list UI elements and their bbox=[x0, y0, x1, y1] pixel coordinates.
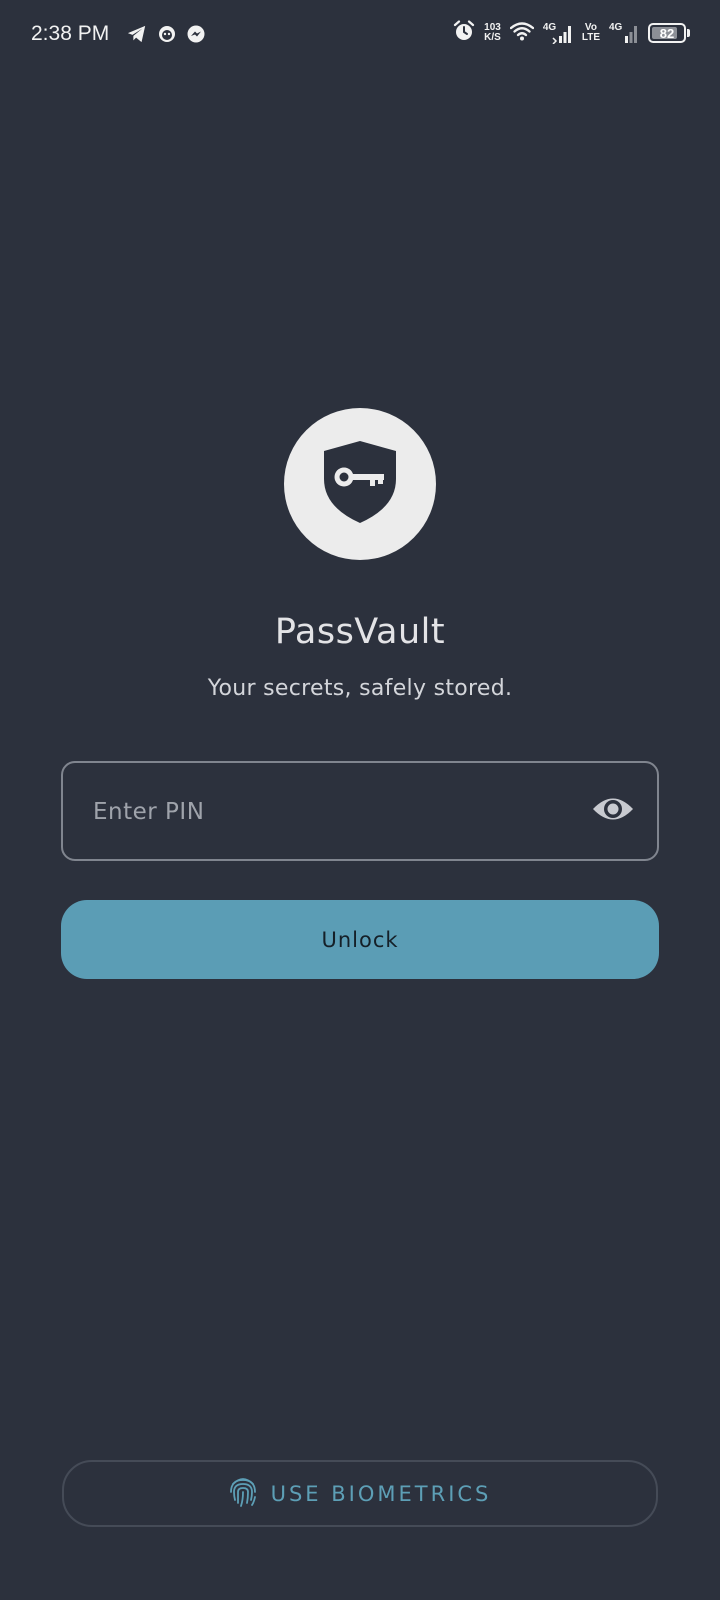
toggle-pin-visibility-button[interactable] bbox=[589, 787, 637, 835]
telegram-icon bbox=[126, 24, 148, 48]
fingerprint-icon bbox=[229, 1476, 257, 1512]
network-speed-unit: K/S bbox=[484, 32, 501, 43]
battery-tip bbox=[687, 29, 690, 37]
app-notification-icon bbox=[157, 24, 177, 48]
sim1-signal: 4G bbox=[543, 22, 573, 44]
app-subtitle: Your secrets, safely stored. bbox=[207, 676, 513, 701]
eye-icon bbox=[592, 794, 634, 828]
system-icons: 103 K/S 4G Vo LTE 4G 82 bbox=[453, 20, 690, 46]
sim2-signal: 4G bbox=[609, 22, 639, 44]
status-time: 2:38 PM bbox=[31, 22, 110, 45]
notification-icons bbox=[126, 24, 206, 48]
network-speed: 103 K/S bbox=[484, 23, 501, 43]
wifi-icon bbox=[509, 21, 535, 45]
pin-field[interactable] bbox=[61, 761, 659, 861]
battery-icon: 82 bbox=[648, 23, 686, 43]
app-title: PassVault bbox=[274, 612, 446, 652]
app-logo bbox=[284, 408, 436, 560]
volte-indicator: Vo LTE bbox=[582, 23, 600, 43]
use-biometrics-label: USE BIOMETRICS bbox=[270, 1481, 492, 1506]
alarm-icon bbox=[453, 20, 475, 46]
volte-bottom: LTE bbox=[581, 32, 600, 43]
messenger-icon bbox=[186, 24, 206, 48]
unlock-button[interactable]: Unlock bbox=[61, 900, 659, 979]
pin-input[interactable] bbox=[91, 763, 565, 861]
battery-level: 82 bbox=[659, 25, 675, 41]
shield-key-icon bbox=[322, 439, 398, 529]
status-bar: 2:38 PM 103 K/S 4G Vo LTE 4G 82 bbox=[0, 0, 720, 72]
use-biometrics-button[interactable]: USE BIOMETRICS bbox=[62, 1460, 658, 1527]
